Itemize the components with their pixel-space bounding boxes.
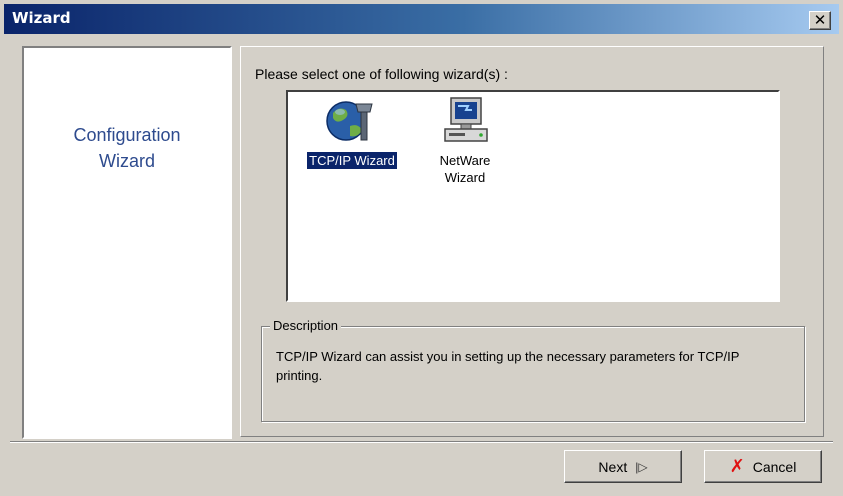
- window-title: Wizard: [12, 9, 71, 27]
- close-button[interactable]: ✕: [809, 11, 831, 30]
- description-text: TCP/IP Wizard can assist you in setting …: [276, 349, 740, 383]
- selection-prompt: Please select one of following wizard(s)…: [255, 66, 508, 82]
- cancel-x-icon: ✗: [729, 455, 745, 477]
- next-button[interactable]: Next |▷: [564, 450, 682, 483]
- footer-divider: [10, 441, 833, 443]
- computer-monitor-icon: [437, 96, 493, 148]
- description-group: Description TCP/IP Wizard can assist you…: [261, 318, 805, 422]
- wizard-item-netware[interactable]: NetWare Wizard: [428, 96, 502, 187]
- cancel-button[interactable]: ✗ Cancel: [704, 450, 822, 483]
- wizard-content-panel: Please select one of following wizard(s)…: [240, 46, 824, 437]
- configuration-wizard-heading: Configuration Wizard: [73, 125, 181, 171]
- wizard-list[interactable]: TCP/IP Wizard NetWare Wizard: [286, 90, 780, 302]
- cancel-button-label: Cancel: [752, 458, 797, 475]
- next-button-label: Next: [598, 458, 628, 475]
- close-icon: ✕: [813, 11, 827, 29]
- wizard-item-tcpip[interactable]: TCP/IP Wizard: [292, 96, 412, 170]
- wizard-item-label: NetWare Wizard: [439, 153, 491, 185]
- next-arrow-icon: |▷: [635, 459, 648, 474]
- description-legend: Description: [270, 318, 342, 333]
- title-bar[interactable]: Wizard ✕: [4, 4, 839, 34]
- wizard-window: Wizard ✕ Configuration Wizard Please sel…: [0, 0, 843, 496]
- wizard-item-label: TCP/IP Wizard: [307, 152, 397, 169]
- globe-network-icon: [324, 96, 380, 148]
- wizard-side-panel: Configuration Wizard: [22, 46, 232, 439]
